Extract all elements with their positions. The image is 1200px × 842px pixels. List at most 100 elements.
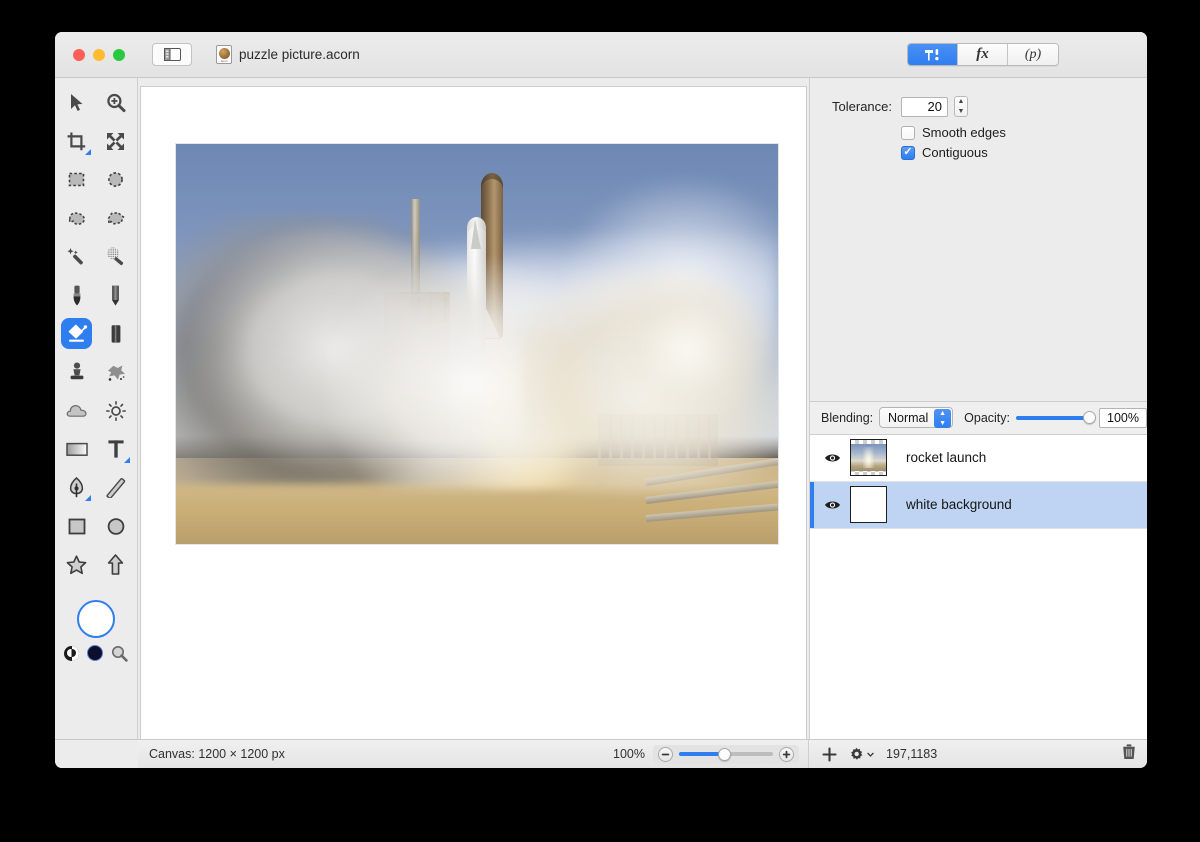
- circle-icon: [106, 517, 126, 536]
- contiguous-row[interactable]: Contiguous: [901, 145, 1125, 160]
- smudge-tool[interactable]: [100, 357, 131, 388]
- swap-colors-icon[interactable]: [64, 646, 79, 661]
- opacity-value-field[interactable]: 100%: [1099, 408, 1147, 428]
- stepper-down-icon[interactable]: ▼: [958, 108, 965, 115]
- layers-list[interactable]: rocket launch white background: [810, 435, 1147, 740]
- gradient-tool[interactable]: [61, 434, 92, 465]
- pencil-icon: [109, 285, 122, 306]
- zoom-slider-knob[interactable]: [718, 748, 731, 761]
- arrow-shape-tool[interactable]: [100, 549, 131, 580]
- tab-presets-label: (p): [1025, 47, 1041, 63]
- smooth-edges-checkbox[interactable]: [901, 126, 915, 140]
- lasso-icon: [67, 210, 87, 227]
- pencil-tool[interactable]: [100, 280, 131, 311]
- rect-select-tool[interactable]: [61, 164, 92, 195]
- layer-visibility-toggle[interactable]: [824, 499, 846, 511]
- tolerance-input[interactable]: 20: [901, 97, 948, 117]
- minimize-button[interactable]: [93, 49, 105, 61]
- document-title-area[interactable]: acorn puzzle picture.acorn: [216, 45, 360, 64]
- canvas-area: [138, 78, 809, 739]
- clone-stamp-tool[interactable]: [61, 357, 92, 388]
- zoom-tool[interactable]: [100, 87, 131, 118]
- tool-popup-indicator: [85, 495, 91, 501]
- zoom-out-button[interactable]: [658, 747, 673, 762]
- eye-icon: [824, 452, 841, 464]
- background-color-swatch[interactable]: [87, 645, 103, 661]
- plus-circle-icon: [782, 750, 791, 759]
- stepper-up-icon[interactable]: ▲: [958, 98, 965, 105]
- paint-bucket-tool[interactable]: [61, 318, 92, 349]
- instant-alpha-tool[interactable]: [100, 241, 131, 272]
- canvas-scroll-view[interactable]: [140, 86, 807, 739]
- rectangular-marquee-icon: [67, 170, 86, 189]
- sidebar-toggle-button[interactable]: [152, 43, 192, 66]
- chevron-down-icon: [867, 752, 874, 757]
- magic-wand-tool[interactable]: [61, 241, 92, 272]
- table-row[interactable]: rocket launch: [810, 435, 1147, 482]
- delete-layer-button[interactable]: [1122, 744, 1136, 765]
- opacity-slider[interactable]: [1016, 416, 1090, 420]
- star-shape-tool[interactable]: [61, 549, 92, 580]
- transform-tool[interactable]: [100, 126, 131, 157]
- text-tool[interactable]: [100, 434, 131, 465]
- contiguous-label: Contiguous: [922, 145, 988, 160]
- eraser-tool[interactable]: [100, 318, 131, 349]
- layer-visibility-toggle[interactable]: [824, 452, 846, 464]
- zoom-controls: 100%: [613, 745, 799, 764]
- tool-popup-indicator: [85, 149, 91, 155]
- layer-thumbnail[interactable]: [850, 486, 887, 523]
- rectangle-shape-tool[interactable]: [61, 511, 92, 542]
- smooth-edges-row[interactable]: Smooth edges: [901, 125, 1125, 140]
- zoom-slider[interactable]: [679, 752, 773, 756]
- tool-row: [55, 280, 137, 319]
- close-button[interactable]: [73, 49, 85, 61]
- move-tool[interactable]: [61, 87, 92, 118]
- tool-row: [55, 241, 137, 280]
- layer-name[interactable]: rocket launch: [906, 450, 986, 465]
- tab-filters[interactable]: fx: [958, 44, 1008, 65]
- opacity-slider-knob[interactable]: [1083, 411, 1096, 424]
- opacity-controls: Opacity: 100%: [964, 408, 1147, 428]
- status-bar-left-spacer: [55, 740, 138, 768]
- brush-tool[interactable]: [61, 280, 92, 311]
- crop-tool[interactable]: [61, 126, 92, 157]
- ellipse-shape-tool[interactable]: [100, 511, 131, 542]
- layer-name[interactable]: white background: [906, 497, 1012, 512]
- fountain-pen-icon: [68, 477, 85, 498]
- line-tool[interactable]: [100, 472, 131, 503]
- dodge-burn-tool[interactable]: [100, 395, 131, 426]
- table-row[interactable]: white background: [810, 482, 1147, 529]
- add-layer-button[interactable]: [822, 747, 837, 762]
- tolerance-stepper[interactable]: ▲ ▼: [954, 96, 968, 117]
- layer-thumbnail[interactable]: [850, 439, 887, 476]
- zoom-in-button[interactable]: [779, 747, 794, 762]
- plus-icon: [822, 747, 837, 762]
- trash-icon: [1122, 744, 1136, 760]
- blending-mode-popup[interactable]: Normal ▲ ▼: [879, 407, 953, 428]
- elliptical-marquee-icon: [106, 170, 125, 189]
- tool-options-section: Tolerance: 20 ▲ ▼ Smooth edges Contiguou…: [810, 78, 1147, 402]
- canvas-image[interactable]: [176, 144, 778, 544]
- inspector-segmented-control[interactable]: fx (p): [907, 43, 1059, 66]
- document-title: puzzle picture.acorn: [239, 47, 360, 62]
- lasso-tool[interactable]: [61, 203, 92, 234]
- layer-actions-button[interactable]: [849, 747, 874, 762]
- status-bar-main: Canvas: 1200 × 1200 px 100%: [138, 740, 809, 768]
- contiguous-checkbox[interactable]: [901, 146, 915, 160]
- bezier-pen-tool[interactable]: [61, 472, 92, 503]
- color-picker-icon[interactable]: [111, 645, 128, 662]
- ellipse-select-tool[interactable]: [100, 164, 131, 195]
- blur-tool[interactable]: [61, 395, 92, 426]
- tool-row: [55, 395, 137, 434]
- zoom-button[interactable]: [113, 49, 125, 61]
- zoom-slider-group[interactable]: [653, 745, 799, 764]
- tab-presets[interactable]: (p): [1008, 44, 1058, 65]
- minus-circle-icon: [661, 750, 670, 759]
- tab-tools[interactable]: [908, 44, 958, 65]
- polygon-lasso-tool[interactable]: [100, 203, 131, 234]
- window-body: Tolerance: 20 ▲ ▼ Smooth edges Contiguou…: [55, 78, 1147, 739]
- zoom-level-text: 100%: [613, 747, 645, 761]
- move-resize-arrows-icon: [106, 132, 125, 151]
- magnifier-plus-icon: [106, 93, 126, 113]
- foreground-color-well[interactable]: [77, 600, 115, 638]
